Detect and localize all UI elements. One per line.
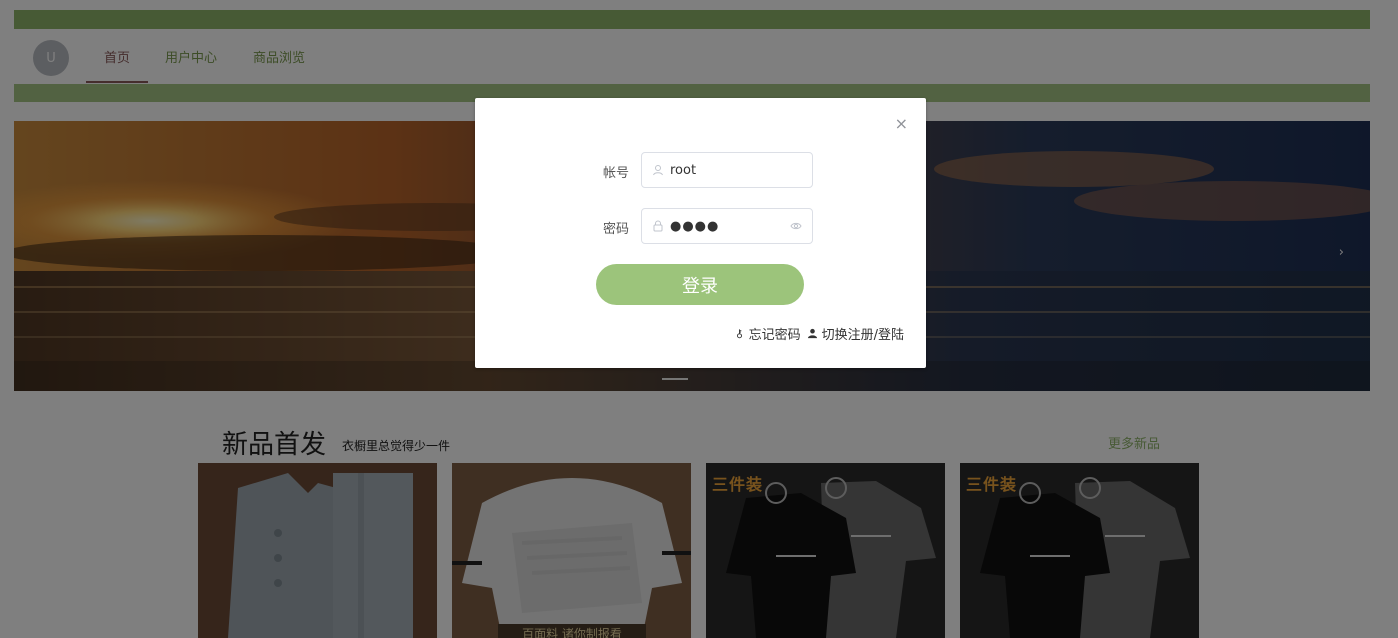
lock-icon <box>653 220 663 232</box>
switch-register-login-label: 切换注册/登陆 <box>821 328 904 343</box>
account-label: 帐号 <box>603 166 630 181</box>
dialog-links: 忘记密码 切换注册/登陆 <box>734 324 904 343</box>
eye-icon[interactable] <box>790 220 802 232</box>
user-icon <box>653 165 663 176</box>
account-field[interactable]: root <box>641 152 813 188</box>
page: U 首页 用户中心 商品浏览 <box>0 0 1398 638</box>
user-icon <box>807 328 817 339</box>
forgot-password-label: 忘记密码 <box>748 328 801 343</box>
key-icon <box>736 329 742 339</box>
switch-register-login-link[interactable]: 切换注册/登陆 <box>807 324 904 343</box>
account-row: 帐号 root <box>475 152 926 188</box>
account-input-value: root <box>670 162 697 178</box>
login-dialog: × 帐号 root 密码 ●●●● 登录 忘记密码 切换注册/登陆 <box>475 98 926 368</box>
password-label: 密码 <box>603 222 630 237</box>
forgot-password-link[interactable]: 忘记密码 <box>734 324 801 343</box>
close-icon[interactable]: × <box>895 114 908 133</box>
password-input-mask: ●●●● <box>670 218 720 234</box>
login-button[interactable]: 登录 <box>596 264 804 305</box>
password-field[interactable]: ●●●● <box>641 208 813 244</box>
password-row: 密码 ●●●● <box>475 208 926 244</box>
